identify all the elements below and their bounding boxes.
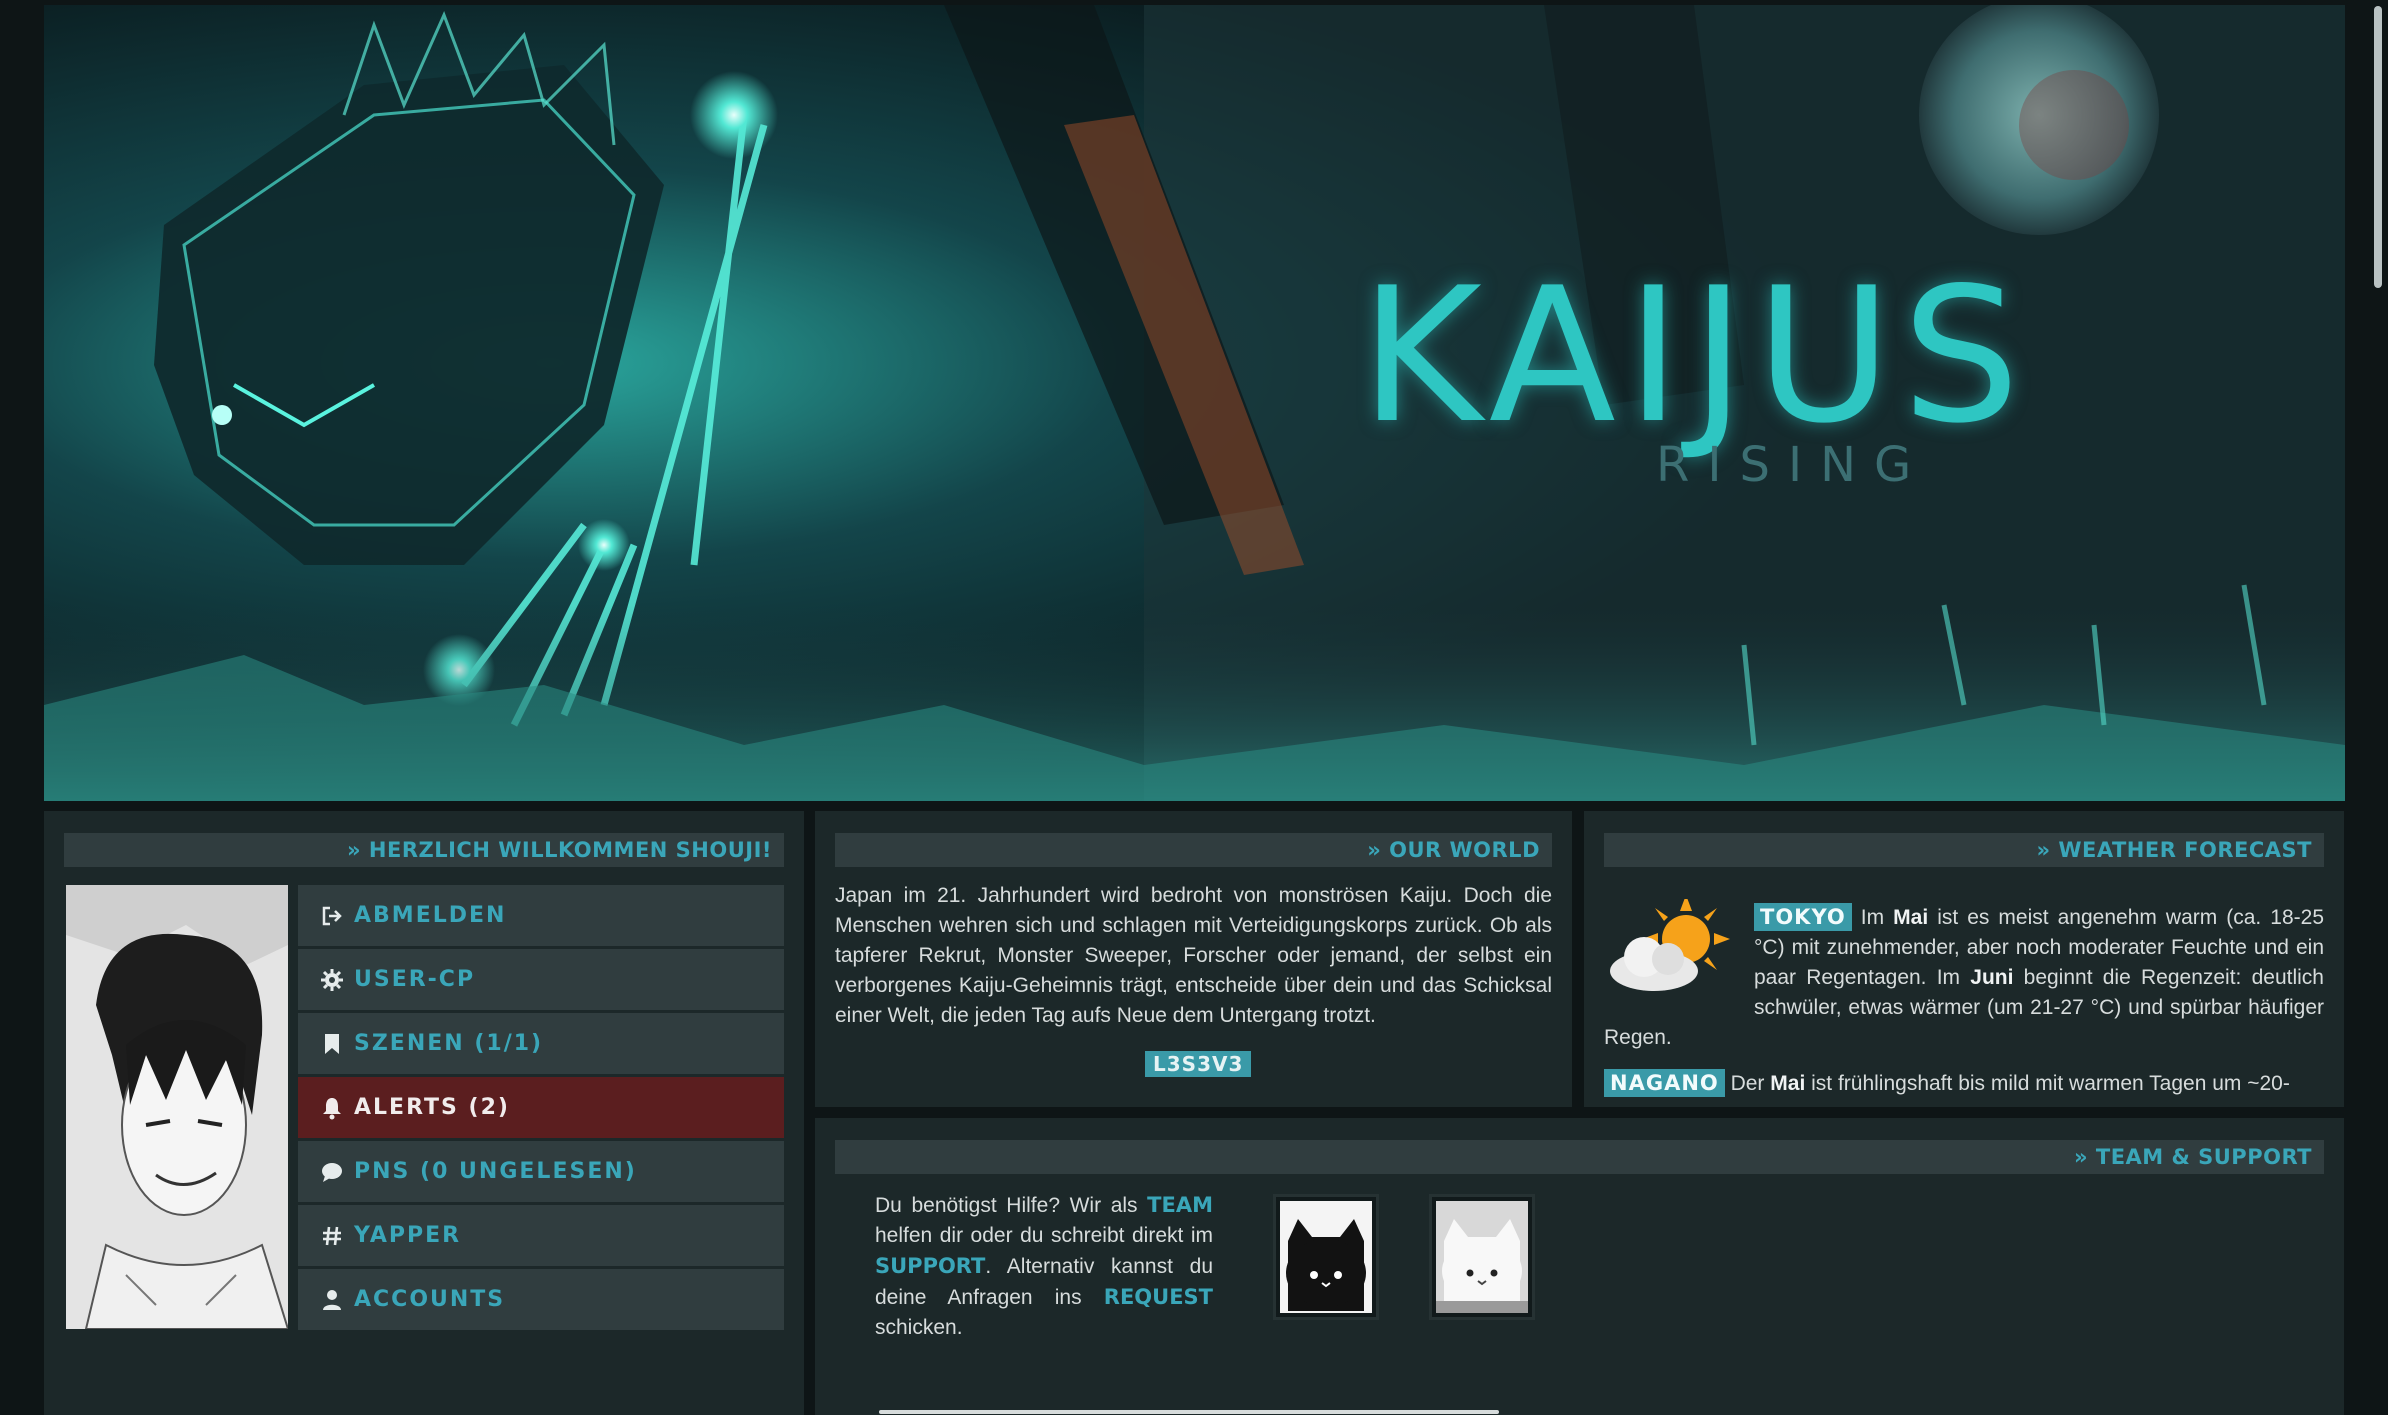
city-tag-nagano: NAGANO <box>1604 1069 1725 1097</box>
team-text-fragment: helfen dir oder du schreibt direkt im <box>875 1224 1213 1247</box>
team-member-avatar-black-cat[interactable] <box>1273 1194 1379 1320</box>
nav-label: ALERTS (2) <box>354 1095 510 1120</box>
weather-header: » WEATHER FORECAST <box>1604 833 2324 867</box>
welcome-panel: » HERZLICH WILLKOMMEN SHOUJI! ABMELDEN U… <box>44 811 804 1415</box>
team-support-text: Du benötigst Hilfe? Wir als TEAM helfen … <box>875 1190 1213 1343</box>
level-badge[interactable]: L3S3V3 <box>1145 1051 1252 1077</box>
nav-label: ABMELDEN <box>354 903 507 928</box>
our-world-panel: » OUR WORLD Japan im 21. Jahrhundert wir… <box>815 811 1572 1107</box>
nav-label: SZENEN (1/1) <box>354 1031 544 1056</box>
nav-item-user-cp[interactable]: USER-CP <box>298 949 784 1010</box>
bookmark-icon <box>320 1032 344 1056</box>
nav-item-private-messages[interactable]: PNS (0 UNGELESEN) <box>298 1141 784 1202</box>
our-world-description: Japan im 21. Jahrhundert wird bedroht vo… <box>835 884 1552 1027</box>
hashtag-icon <box>320 1224 344 1248</box>
weather-text-fragment: ist frühlingshaft bis mild mit warmen Ta… <box>1805 1072 2290 1095</box>
weather-text-fragment: Der <box>1724 1072 1771 1095</box>
weather-text: TOKYO Im Mai ist es meist angenehm warm … <box>1604 899 2324 1099</box>
nav-label: ACCOUNTS <box>354 1287 506 1312</box>
white-cat-icon <box>1436 1201 1528 1313</box>
nav-item-alerts[interactable]: ALERTS (2) <box>298 1077 784 1138</box>
month-label: Mai <box>1770 1072 1806 1095</box>
user-icon <box>320 1288 344 1312</box>
city-tag-tokyo: TOKYO <box>1754 903 1852 931</box>
site-logo-subtitle: RISING <box>1656 437 1930 493</box>
logout-icon <box>320 904 344 928</box>
chat-bubble-icon <box>320 1160 344 1184</box>
month-label: Juni <box>1970 966 2014 989</box>
divider <box>879 1410 1499 1414</box>
nav-label: PNS (0 UNGELESEN) <box>354 1159 637 1184</box>
team-text-fragment: schicken. <box>875 1316 963 1339</box>
month-label: Mai <box>1893 906 1929 929</box>
team-support-panel: » TEAM & SUPPORT Du benötigst Hilfe? Wir… <box>815 1118 2344 1415</box>
request-link[interactable]: REQUEST <box>1104 1285 1213 1309</box>
bell-icon <box>320 1096 344 1120</box>
header-banner: KAIJUS RISING <box>44 5 2345 801</box>
team-link[interactable]: TEAM <box>1147 1193 1213 1217</box>
team-text-fragment: Du benötigst Hilfe? Wir als <box>875 1194 1148 1217</box>
scrollbar-thumb[interactable] <box>2374 6 2382 288</box>
team-support-header: » TEAM & SUPPORT <box>835 1140 2324 1174</box>
avatar-portrait <box>66 885 288 1329</box>
nav-item-logout[interactable]: ABMELDEN <box>298 885 784 946</box>
sun-cloud-icon <box>1610 899 1730 991</box>
gear-icon <box>320 968 344 992</box>
user-nav-menu: ABMELDEN USER-CP SZENEN (1/1) ALERTS (2)… <box>298 885 784 1333</box>
our-world-header: » OUR WORLD <box>835 833 1552 867</box>
weather-text-fragment: Im <box>1851 906 1894 929</box>
weather-forecast-panel: » WEATHER FORECAST TOKYO Im Mai ist es m… <box>1584 811 2344 1107</box>
nav-item-accounts[interactable]: ACCOUNTS <box>298 1269 784 1330</box>
site-logo-title: KAIJUS <box>1360 247 2030 464</box>
black-cat-icon <box>1280 1201 1372 1313</box>
team-member-avatar-white-cat[interactable] <box>1429 1194 1535 1320</box>
welcome-header: » HERZLICH WILLKOMMEN SHOUJI! <box>64 833 784 867</box>
nav-label: USER-CP <box>354 967 476 992</box>
support-link[interactable]: SUPPORT <box>875 1254 985 1278</box>
nav-item-scenes[interactable]: SZENEN (1/1) <box>298 1013 784 1074</box>
nav-item-yapper[interactable]: YAPPER <box>298 1205 784 1266</box>
user-avatar[interactable] <box>66 885 288 1329</box>
page-scrollbar[interactable] <box>2368 0 2388 1415</box>
nav-label: YAPPER <box>354 1223 462 1248</box>
